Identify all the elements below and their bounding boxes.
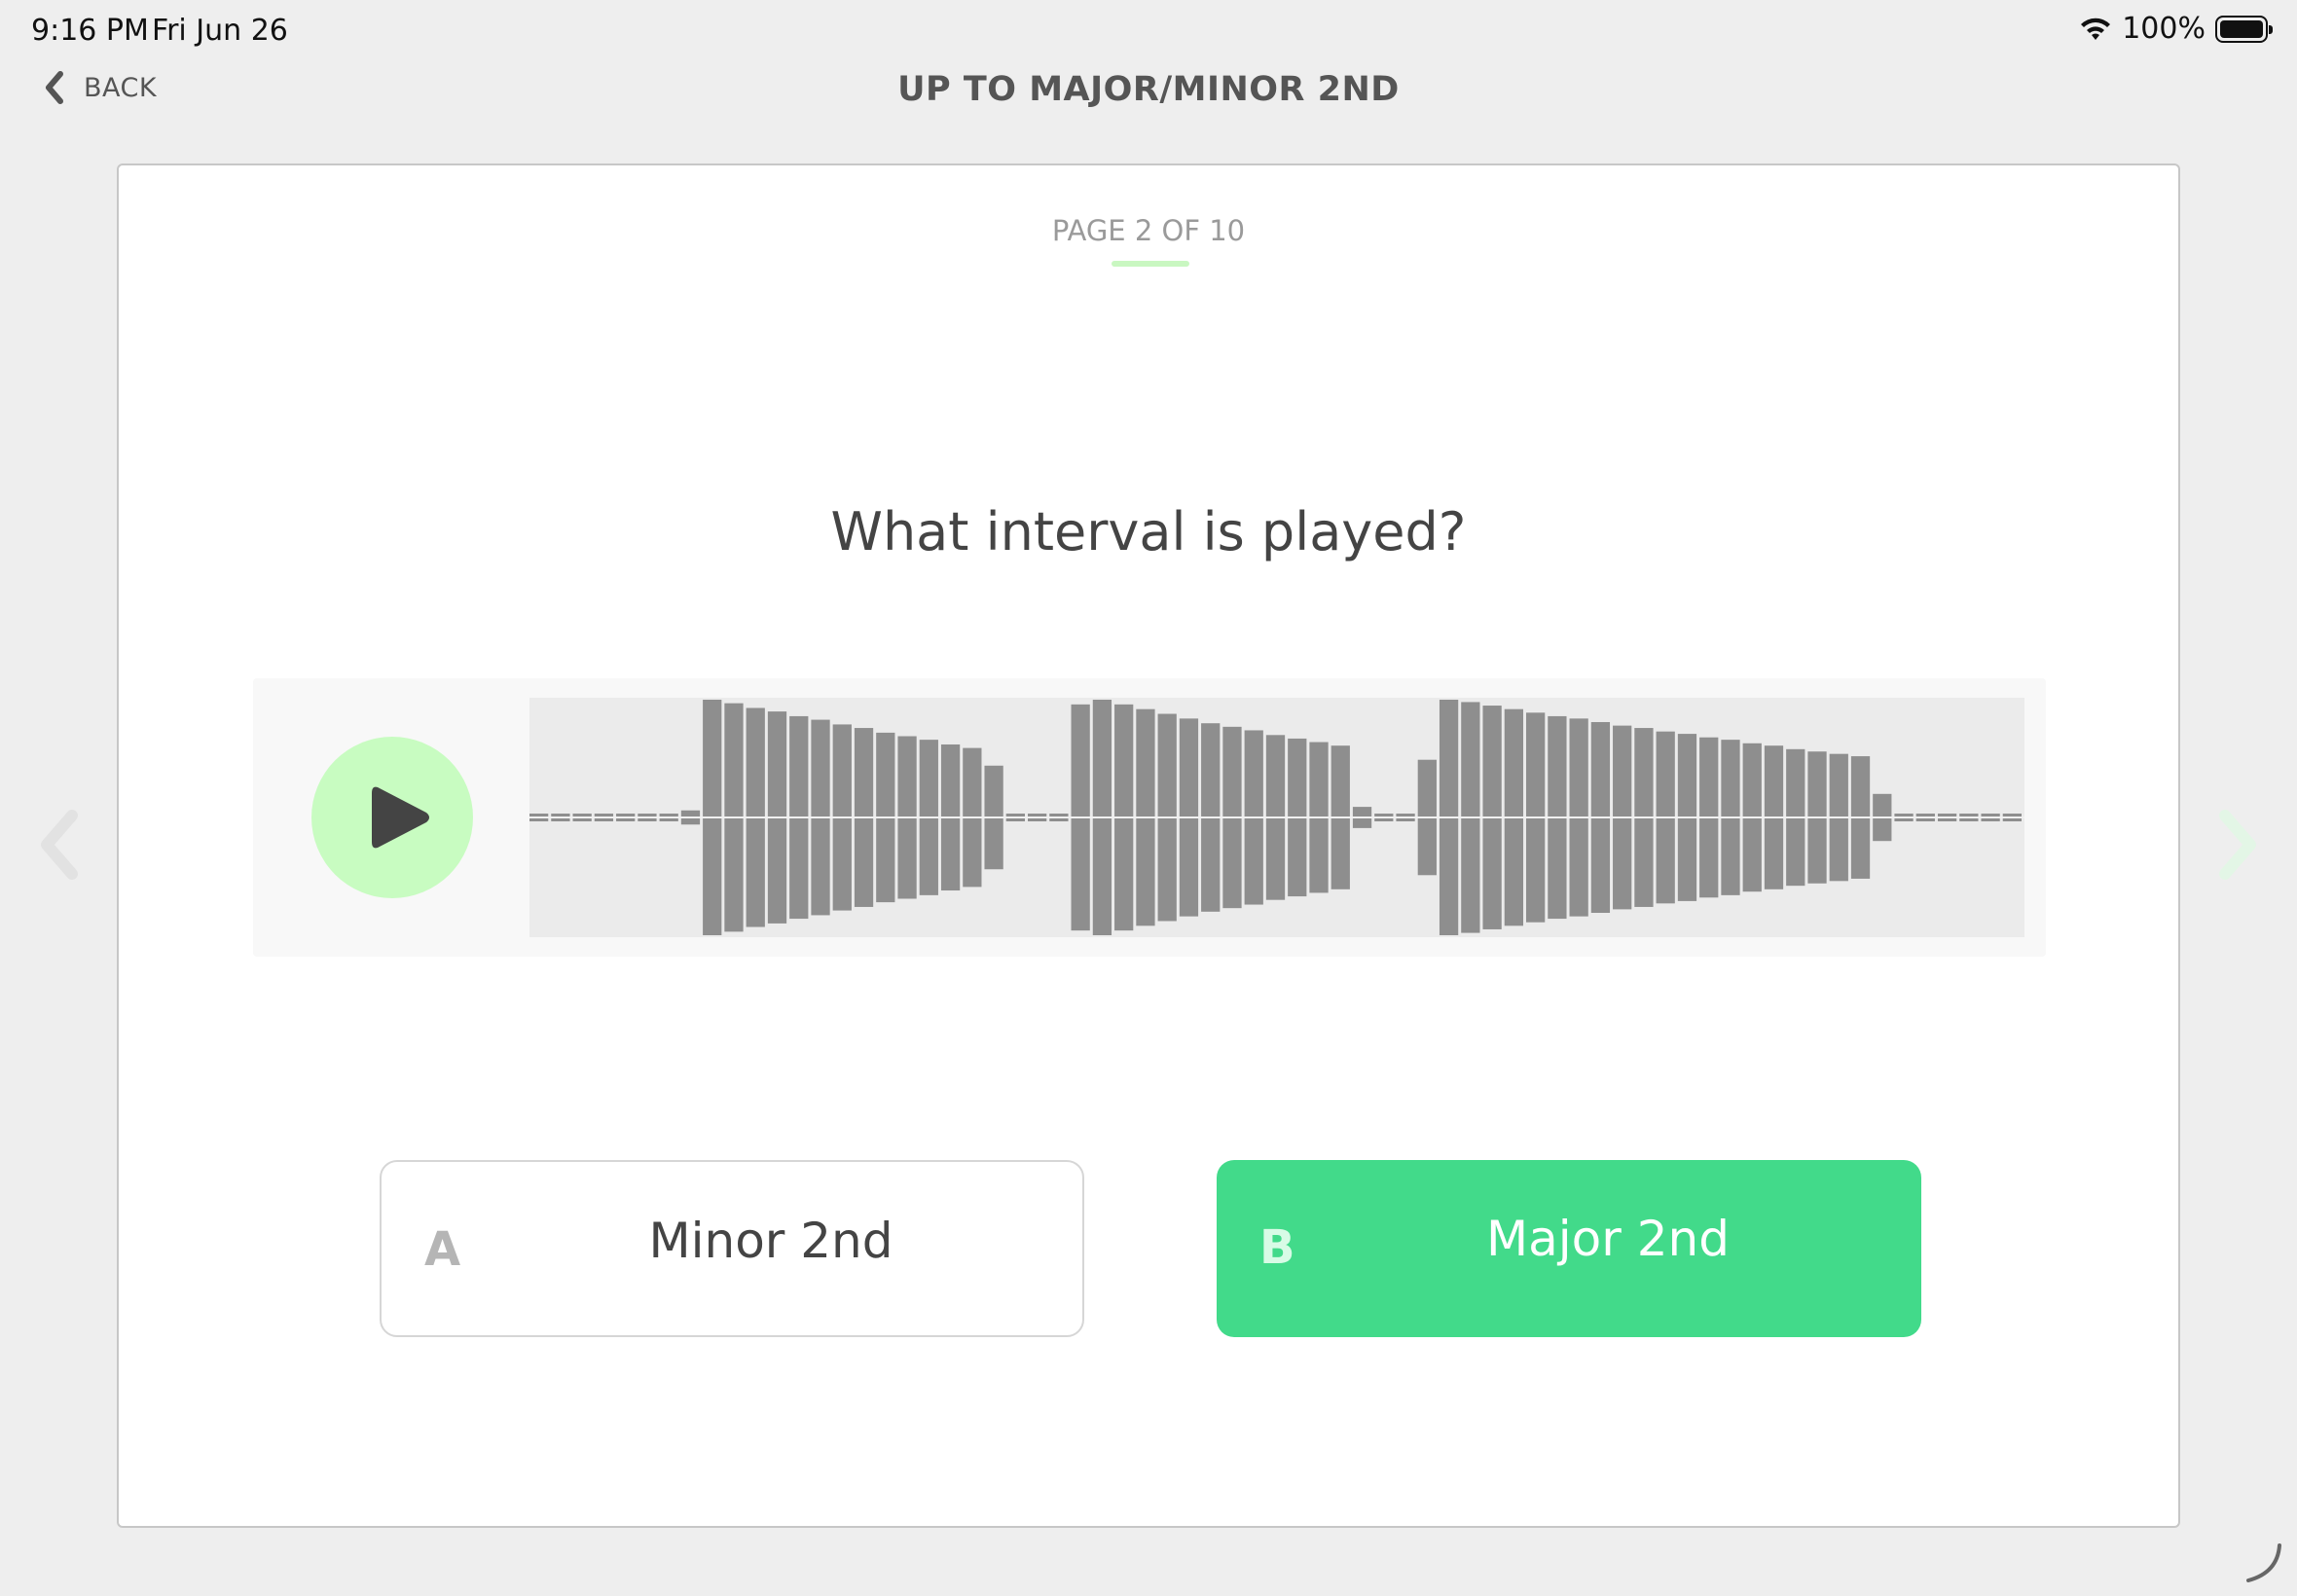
next-page-arrow-icon[interactable]: [2213, 808, 2262, 882]
resize-handle-icon: [2246, 1543, 2281, 1582]
status-bar: 9:16 PM Fri Jun 26 100%: [0, 0, 2297, 58]
play-icon: [372, 786, 429, 849]
status-date: Fri Jun 26: [152, 14, 288, 48]
wifi-icon: [2081, 18, 2111, 40]
waveform-graph: [529, 700, 2024, 935]
answer-option-a[interactable]: A Minor 2nd: [380, 1160, 1084, 1337]
status-indicators: 100%: [2079, 12, 2273, 46]
page-indicator: PAGE 2 OF 10: [1051, 214, 1246, 247]
question-card: PAGE 2 OF 10 What interval is played? A …: [117, 163, 2180, 1528]
nav-bar: BACK UP TO MAJOR/MINOR 2ND: [0, 58, 2297, 127]
audio-player: [253, 678, 2046, 957]
answer-text-b: Major 2nd: [1486, 1211, 1730, 1267]
page-indicator-underline: [1112, 261, 1189, 267]
status-time: 9:16 PM: [31, 14, 149, 48]
previous-page-arrow-icon[interactable]: [35, 808, 84, 882]
question-text: What interval is played?: [830, 501, 1467, 562]
play-button[interactable]: [311, 737, 473, 898]
waveform[interactable]: [529, 698, 2024, 937]
page-title: UP TO MAJOR/MINOR 2ND: [897, 70, 1400, 109]
battery-percent: 100%: [2122, 12, 2206, 46]
answer-text-a: Minor 2nd: [648, 1213, 893, 1269]
battery-icon: [2215, 15, 2273, 43]
answer-option-b[interactable]: B Major 2nd: [1217, 1160, 1921, 1337]
